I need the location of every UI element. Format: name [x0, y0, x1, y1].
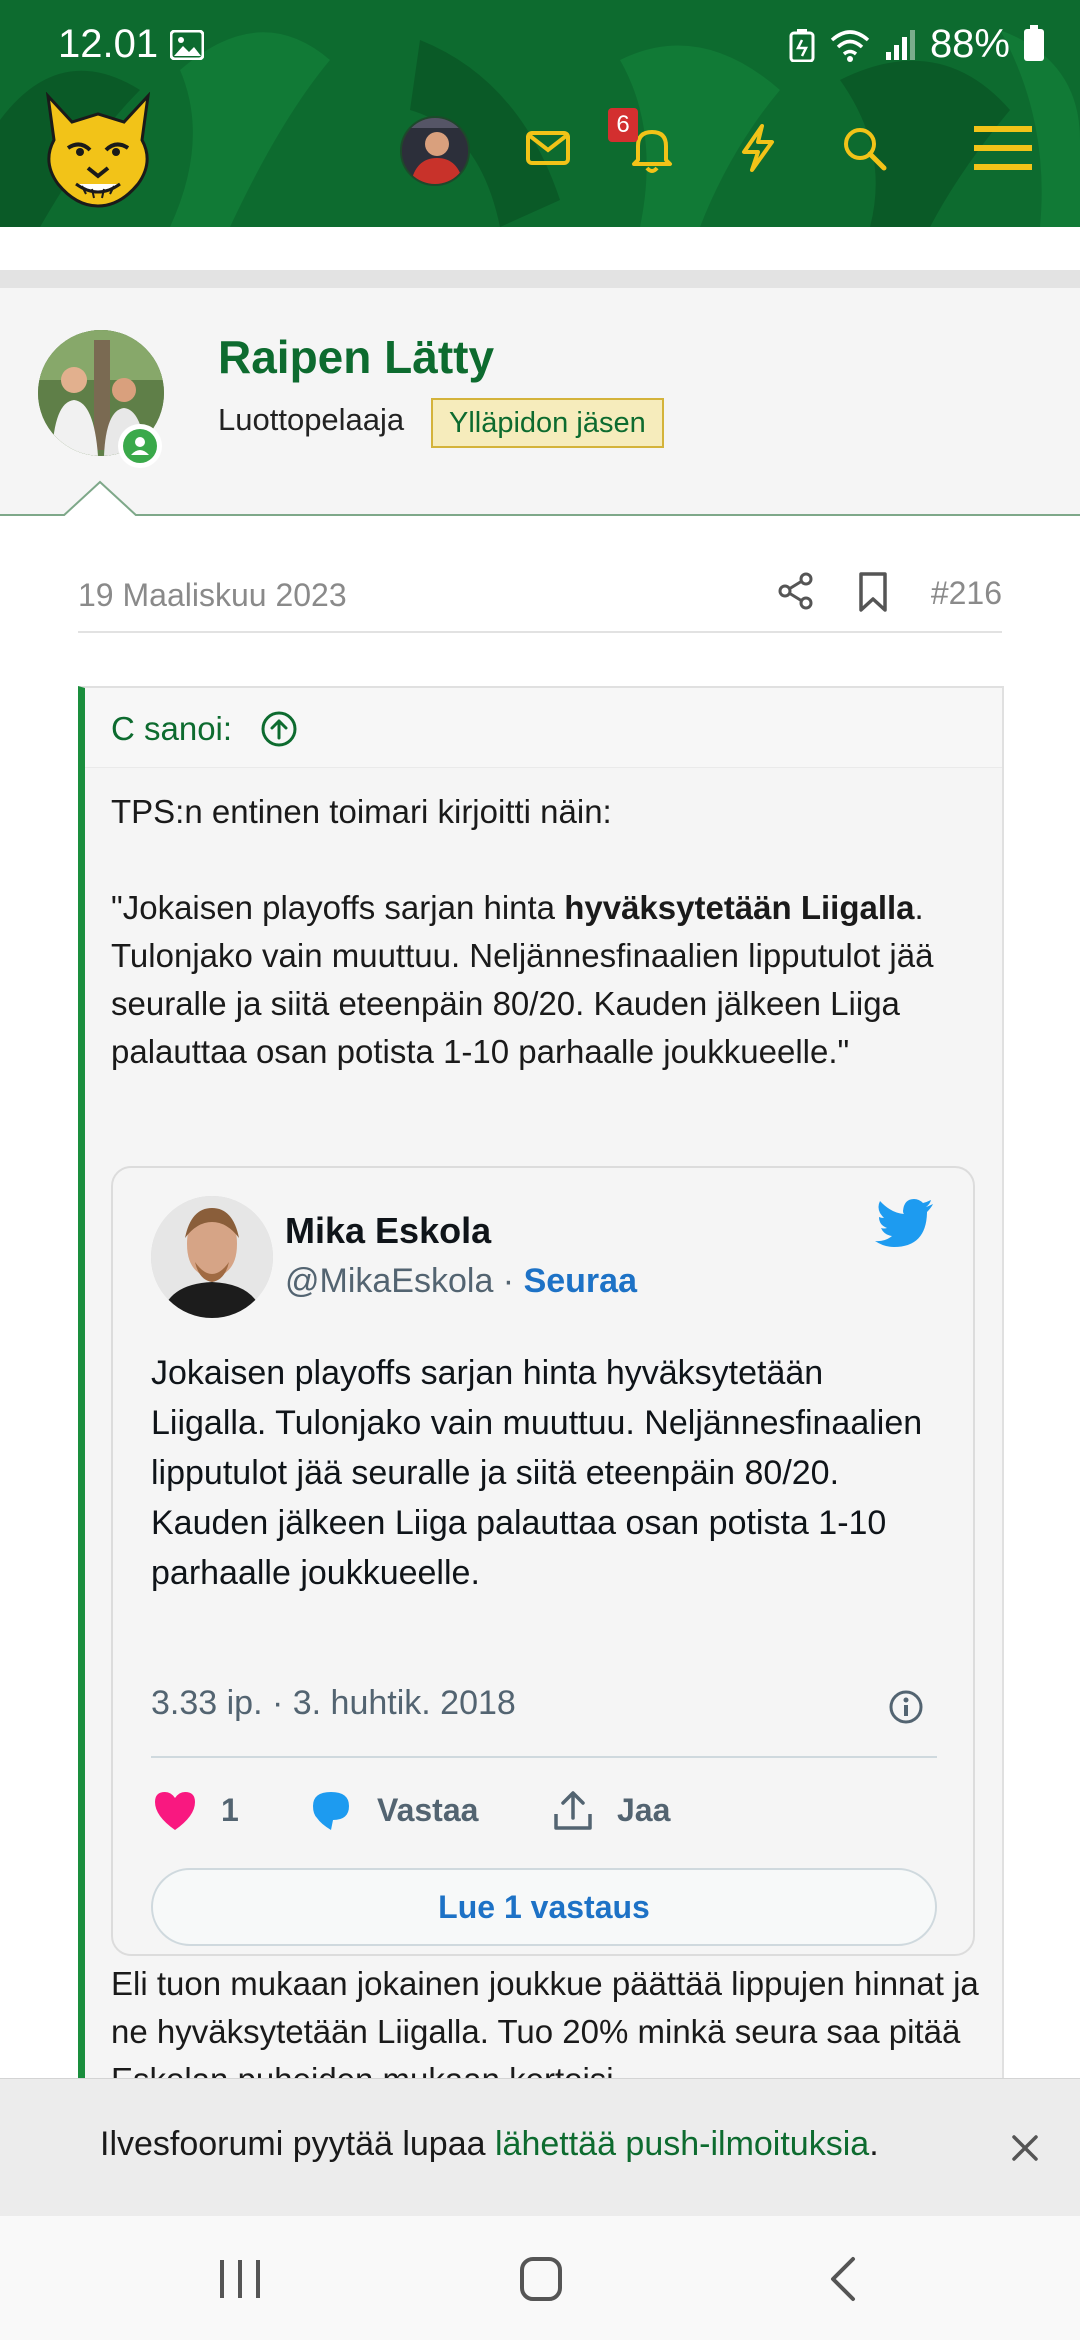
push-permission-prompt: Ilvesfoorumi pyytää lupaa lähettää push-… [0, 2078, 1080, 2216]
post-meta-bar: 19 Maaliskuu 2023 #216 [78, 565, 1002, 633]
heart-icon [155, 1792, 195, 1830]
info-icon[interactable] [887, 1688, 925, 1726]
author-pointer-caret [62, 480, 138, 518]
push-prompt-text: Ilvesfoorumi pyytää lupaa lähettää push-… [100, 2125, 879, 2164]
content-divider [0, 270, 1080, 288]
tweet-like-count: 1 [221, 1791, 239, 1828]
close-icon[interactable] [1008, 2131, 1042, 2165]
site-logo-lynx[interactable] [38, 92, 158, 208]
author-name[interactable]: Raipen Lätty [218, 330, 494, 384]
quote-paragraph: "Jokaisen playoffs sarjan hinta hyväksyt… [111, 884, 991, 1076]
jump-to-quote-icon[interactable] [260, 710, 298, 748]
tweet-divider [151, 1756, 937, 1758]
tweet-handle-line: @MikaEskola · Seuraa [285, 1262, 637, 1301]
recent-apps-icon[interactable] [210, 2254, 270, 2304]
reply-bubble-icon [313, 1792, 349, 1830]
quote-paragraph-start: "Jokaisen playoffs sarjan hinta [111, 889, 565, 926]
tweet-follow-link[interactable]: Seuraa [524, 1262, 637, 1300]
quote-block: C sanoi: TPS:n entinen toimari kirjoitti… [78, 686, 1004, 2098]
twitter-bird-icon[interactable] [873, 1198, 935, 1250]
tweet-author-name[interactable]: Mika Eskola [285, 1210, 491, 1252]
push-enable-link[interactable]: lähettää push-ilmoituksia [495, 2125, 869, 2163]
image-notification-icon [170, 30, 204, 60]
notification-count-badge: 6 [608, 108, 638, 142]
tweet-avatar-image [151, 1196, 273, 1318]
embedded-tweet[interactable]: Mika Eskola @MikaEskola · Seuraa Jokaise… [111, 1166, 975, 1956]
wifi-icon [830, 29, 870, 62]
push-prompt-end: . [869, 2125, 879, 2163]
tweet-author-avatar[interactable] [151, 1196, 273, 1318]
tweet-share-label: Jaa [617, 1791, 671, 1828]
online-status-icon [118, 424, 162, 468]
read-replies-button[interactable]: Lue 1 vastaus [151, 1868, 937, 1946]
post-date[interactable]: 19 Maaliskuu 2023 [78, 577, 347, 614]
app-header: 12.01 88% 6 [0, 0, 1080, 227]
tweet-like-button[interactable]: 1 [151, 1780, 239, 1840]
battery-saver-icon [789, 28, 815, 62]
tweet-date[interactable]: 3.33 ip. · 3. huhtik. 2018 [151, 1684, 516, 1723]
signal-icon [885, 29, 915, 60]
role-badge: Ylläpidon jäsen [431, 398, 664, 448]
online-user-icon [131, 437, 149, 455]
post-number-link[interactable]: #216 [931, 575, 1002, 612]
back-icon[interactable] [815, 2254, 875, 2304]
status-time: 12.01 [58, 22, 159, 66]
quote-header[interactable]: C sanoi: [85, 688, 1002, 768]
user-avatar-button[interactable] [400, 116, 470, 186]
tweet-reply-label: Vastaa [377, 1791, 479, 1828]
author-rank: Luottopelaaja [218, 402, 405, 437]
bookmark-icon[interactable] [853, 571, 893, 613]
tweet-reply-button[interactable]: Vastaa [307, 1780, 478, 1840]
upload-share-icon [554, 1791, 592, 1830]
menu-hamburger-icon[interactable] [972, 118, 1034, 178]
tweet-share-button[interactable]: Jaa [551, 1780, 670, 1840]
battery-icon [1024, 24, 1044, 61]
messages-icon[interactable] [518, 118, 578, 178]
whats-new-bolt-icon[interactable] [728, 118, 788, 178]
status-right: 88% [788, 22, 1044, 67]
quote-line-1: TPS:n entinen toimari kirjoitti näin: [111, 793, 612, 830]
push-prompt-start: Ilvesfoorumi pyytää lupaa [100, 2125, 495, 2163]
tweet-actions: 1 Vastaa Jaa [151, 1780, 941, 1840]
quote-author[interactable]: C sanoi: [111, 710, 232, 748]
tweet-handle-separator: · [493, 1262, 524, 1300]
tweet-handle[interactable]: @MikaEskola [285, 1262, 493, 1300]
system-navigation-bar [0, 2216, 1080, 2340]
search-icon[interactable] [834, 118, 894, 178]
battery-percentage: 88% [929, 22, 1010, 66]
quote-paragraph-bold: hyväksytetään Liigalla [564, 889, 915, 926]
share-icon[interactable] [776, 571, 816, 611]
home-icon[interactable] [511, 2254, 571, 2304]
tweet-text: Jokaisen playoffs sarjan hinta hyväksyte… [151, 1354, 923, 1592]
status-bar: 12.01 88% [0, 0, 1080, 80]
post-author-block: Raipen Lätty Luottopelaaja Ylläpidon jäs… [0, 288, 1080, 516]
